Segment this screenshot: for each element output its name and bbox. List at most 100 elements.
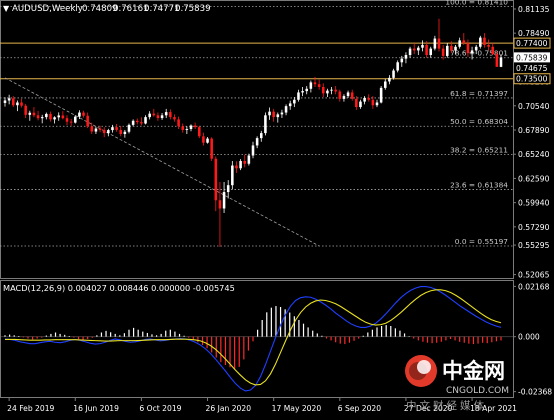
candle-body: [474, 46, 478, 51]
fib-level-label: 61.8 = 0.71397: [450, 89, 508, 98]
candle-body: [40, 117, 44, 119]
price-tick-label: 0.57290: [518, 223, 550, 232]
candle-body: [156, 115, 160, 119]
candle-body: [61, 115, 65, 119]
candle-body: [24, 105, 27, 115]
candle-body: [255, 138, 259, 146]
candle-body: [330, 89, 333, 91]
chart-canvas: 100.0 = 0.81410 78.6 = 0.75801 61.8 = 0.71…: [0, 0, 554, 416]
candle-body: [32, 112, 36, 116]
macd-tick-label: 0.02168: [518, 282, 550, 291]
candle-body: [218, 200, 222, 209]
cngold-slogan: 中文财经媒体: [406, 399, 487, 412]
candle-body: [441, 48, 445, 56]
price-tick-label: 0.52065: [518, 271, 550, 280]
candle-body: [400, 58, 404, 63]
candle-body: [293, 99, 296, 104]
candle-body: [342, 96, 346, 99]
cngold-logo-highlight: [417, 360, 431, 374]
candle-body: [115, 127, 118, 130]
candle-body: [301, 91, 304, 93]
candle-body: [429, 48, 433, 55]
candle-body: [197, 127, 201, 137]
candle-body: [28, 112, 32, 115]
candle-body: [437, 38, 441, 49]
candle-body: [396, 62, 399, 71]
price-tick-label: 0.62590: [518, 174, 550, 183]
candle-body: [466, 43, 470, 54]
candle-body: [350, 92, 354, 99]
candle-body: [321, 86, 325, 94]
candle-body: [7, 98, 11, 101]
candle-body: [454, 46, 457, 51]
price-tick-label: 0.55295: [518, 241, 550, 250]
price-tick-label: 0.65240: [518, 150, 550, 159]
time-tick-label: 26 Jan 2020: [206, 404, 252, 413]
candle-body: [185, 128, 189, 130]
candle-body: [107, 130, 110, 134]
candle-body: [259, 133, 263, 139]
symbol-label: AUDUSD,Weekly: [12, 4, 83, 14]
candle-body: [367, 97, 371, 100]
chart-header: ▼ AUDUSD,Weekly 0.74809 0.76161 0.74771 …: [3, 4, 211, 14]
candle-body: [45, 113, 48, 118]
price-label-plain: 0.74675: [514, 63, 550, 74]
candle-body: [86, 115, 89, 127]
candle-body: [243, 160, 247, 164]
candle-body: [371, 99, 375, 106]
symbol-menu-icon[interactable]: ▼: [3, 4, 10, 13]
candle-body: [16, 102, 19, 106]
time-tick-label: 6 Sep 2020: [338, 404, 381, 413]
candle-body: [433, 38, 437, 49]
candle-body: [425, 44, 428, 55]
price-label-orange: 0.73500: [513, 73, 551, 85]
candle-body: [247, 155, 251, 164]
candle-body: [78, 112, 81, 117]
candle-body: [297, 92, 300, 100]
candle-body: [144, 117, 147, 124]
candle-body: [363, 97, 366, 102]
candle-body: [309, 82, 313, 89]
candle-body: [483, 37, 486, 45]
candle-body: [36, 115, 40, 119]
candle-body: [284, 106, 288, 113]
chart-background: [0, 0, 554, 416]
candle-body: [140, 122, 143, 124]
candle-body: [164, 112, 168, 116]
candle-body: [280, 112, 284, 115]
candle-body: [251, 145, 255, 156]
candle-body: [94, 128, 98, 132]
candle-body: [189, 125, 193, 129]
price-label-orange: 0.77400: [513, 37, 551, 49]
fib-level-label: 50.0 = 0.68304: [450, 117, 508, 126]
candle-body: [119, 129, 123, 135]
candle-body: [392, 70, 395, 78]
candle-body: [131, 120, 135, 125]
time-tick-label: 16 Jun 2019: [73, 404, 119, 413]
candle-body: [408, 48, 412, 55]
macd-tick-label: 0.000: [518, 333, 540, 342]
candle-body: [412, 48, 416, 51]
chart-window: 100.0 = 0.81410 78.6 = 0.75801 61.8 = 0.71…: [0, 0, 554, 416]
price-tick-label: 0.81135: [518, 5, 550, 14]
candle-body: [388, 77, 391, 82]
candle-body: [499, 57, 503, 67]
candle-body: [235, 165, 238, 169]
candle-body: [421, 44, 424, 48]
cngold-url: CNGOLD.COM: [446, 386, 509, 396]
candle-body: [359, 101, 362, 108]
candle-body: [346, 92, 350, 97]
candle-body: [445, 45, 449, 56]
candle-body: [193, 125, 197, 128]
candle: [479, 35, 482, 49]
close-value: 0.75839: [175, 4, 211, 14]
candle-body: [338, 91, 342, 99]
candle-body: [73, 116, 77, 123]
candle-body: [82, 112, 85, 116]
candle-body: [57, 115, 61, 118]
fib-level-label: 100.0 = 0.81410: [445, 0, 508, 6]
candle-body: [222, 192, 226, 209]
price-label-text: 0.77400: [516, 39, 548, 48]
price-label-text: 0.74675: [516, 64, 548, 73]
candle-body: [404, 54, 408, 59]
